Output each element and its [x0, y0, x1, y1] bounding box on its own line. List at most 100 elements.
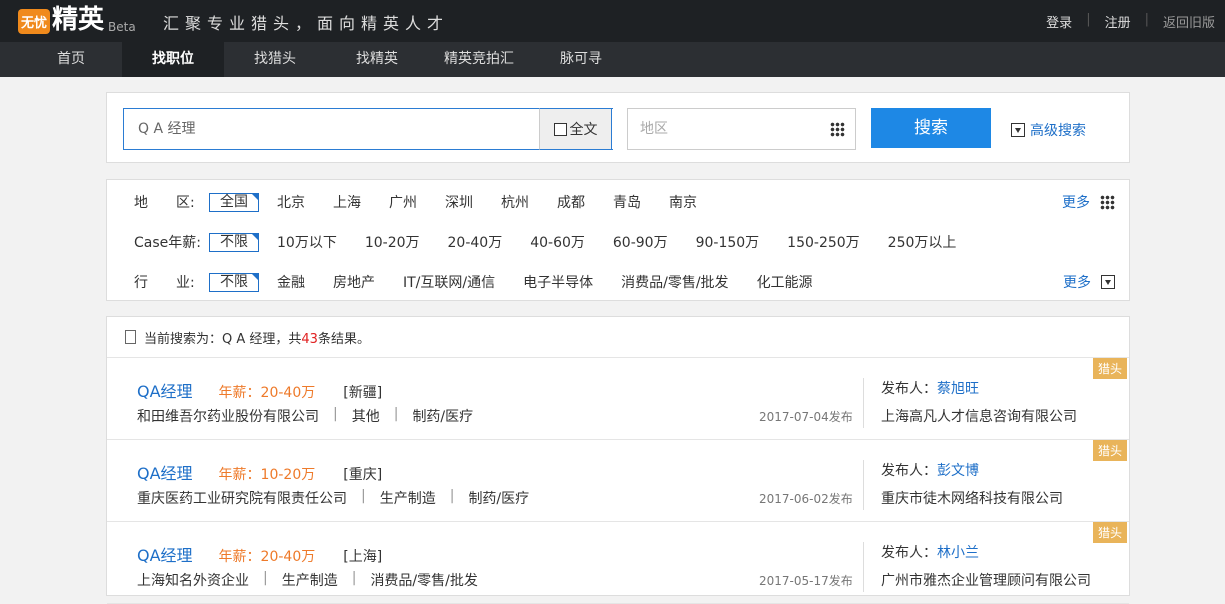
filter-option[interactable]: 化工能源 — [757, 272, 813, 292]
filter-selected[interactable]: 不限 — [209, 272, 259, 292]
results-summary: 当前搜索为：Q A 经理，共43条结果。 — [107, 317, 1129, 358]
filter-option[interactable]: 10万以下 — [277, 232, 337, 252]
headhunter-tag: 猎头 — [1092, 358, 1127, 379]
filter-option[interactable]: 杭州 — [501, 192, 529, 212]
job-header: QA经理 年薪：10-20万 [重庆] — [137, 460, 382, 484]
nav-home[interactable]: 首页 — [20, 42, 122, 77]
filter-industry: 行 业: 不限 金融 房地产 IT/互联网/通信 电子半导体 消费品/零售/批发… — [134, 272, 841, 292]
more-label: 更多 — [1062, 195, 1090, 211]
fulltext-label: 全文 — [569, 122, 598, 138]
filter-option[interactable]: 上海 — [333, 192, 361, 212]
divider: | — [263, 570, 268, 586]
publisher: 发布人：彭文博 — [881, 460, 979, 480]
filter-option[interactable]: 20-40万 — [448, 232, 503, 252]
login-link[interactable]: 登录 — [1046, 12, 1072, 31]
filter-option[interactable]: 消费品/零售/批发 — [621, 272, 728, 292]
divider — [863, 460, 864, 510]
job-industry: 制药/医疗 — [412, 409, 474, 425]
nav-find-talent[interactable]: 找精英 — [326, 42, 428, 77]
search-panel: Q A 经理 全文 地区 搜索 高级搜索 — [106, 92, 1130, 163]
job-title[interactable]: QA经理 — [137, 460, 193, 484]
job-item: QA经理 年薪：20-40万 [上海] 上海知名外资企业 | 生产制造 | 消费品/… — [107, 522, 1129, 604]
job-details: 上海知名外资企业 | 生产制造 | 消费品/零售/批发 — [137, 570, 478, 590]
nav-talent-auction[interactable]: 精英竞拍汇 — [428, 42, 530, 77]
filter-option[interactable]: 成都 — [557, 192, 585, 212]
filter-option[interactable]: IT/互联网/通信 — [403, 272, 495, 292]
divider: | — [1144, 12, 1149, 27]
results-list: QA经理 年薪：20-40万 [新疆] 和田维吾尔药业股份有限公司 | 其他 | 制… — [107, 358, 1129, 604]
filter-option[interactable]: 房地产 — [333, 272, 375, 292]
auth-links: 登录 | 注册 | 返回旧版 — [1046, 12, 1215, 31]
job-title[interactable]: QA经理 — [137, 542, 193, 566]
filter-region: 地 区: 全国 北京 上海 广州 深圳 杭州 成都 青岛 南京 — [134, 192, 725, 212]
filter-option[interactable]: 广州 — [389, 192, 417, 212]
grid-icon — [1100, 194, 1115, 210]
top-bar: 无忧 精英 Beta 汇聚专业猎头，面向精英人才 登录 | 注册 | 返回旧版 — [0, 0, 1225, 42]
old-version-link[interactable]: 返回旧版 — [1163, 12, 1215, 31]
filter-option[interactable]: 青岛 — [613, 192, 641, 212]
search-button[interactable]: 搜索 — [871, 108, 991, 148]
job-title[interactable]: QA经理 — [137, 378, 193, 402]
results-panel: 当前搜索为：Q A 经理，共43条结果。 QA经理 年薪：20-40万 [新疆]… — [106, 316, 1130, 604]
summary-suffix: 条结果。 — [317, 331, 370, 347]
publisher-label: 发布人： — [881, 463, 937, 479]
publisher-link[interactable]: 林小兰 — [937, 545, 979, 561]
filter-option[interactable]: 南京 — [669, 192, 697, 212]
logo-beta: Beta — [108, 20, 136, 34]
publisher-link[interactable]: 蔡旭旺 — [937, 381, 979, 397]
filter-option[interactable]: 250万以上 — [888, 232, 957, 252]
filter-salary: Case年薪: 不限 10万以下 10-20万 20-40万 40-60万 60… — [134, 232, 984, 252]
nav-find-headhunters[interactable]: 找猎头 — [224, 42, 326, 77]
filter-option[interactable]: 金融 — [277, 272, 305, 292]
filter-label: 行 业: — [134, 275, 195, 291]
divider: | — [1086, 12, 1091, 27]
industry-more[interactable]: 更多 — [1063, 272, 1115, 292]
headhunter-tag: 猎头 — [1092, 440, 1127, 461]
headhunter-tag: 猎头 — [1092, 522, 1127, 543]
fulltext-checkbox[interactable]: 全文 — [539, 108, 612, 150]
area-input[interactable]: 地区 — [627, 108, 856, 150]
filter-option[interactable]: 北京 — [277, 192, 305, 212]
filter-option[interactable]: 60-90万 — [613, 232, 668, 252]
filter-option[interactable]: 150-250万 — [787, 232, 860, 252]
job-details: 和田维吾尔药业股份有限公司 | 其他 | 制药/医疗 — [137, 406, 473, 426]
grid-icon[interactable] — [830, 122, 845, 137]
job-item: QA经理 年薪：10-20万 [重庆] 重庆医药工业研究院有限责任公司 | 生产制… — [107, 440, 1129, 522]
job-item: QA经理 年薪：20-40万 [新疆] 和田维吾尔药业股份有限公司 | 其他 | 制… — [107, 358, 1129, 440]
filter-option[interactable]: 深圳 — [445, 192, 473, 212]
advanced-search-toggle[interactable]: 高级搜索 — [1011, 120, 1086, 140]
filter-selected[interactable]: 全国 — [209, 192, 259, 212]
divider: | — [449, 488, 455, 504]
job-company: 上海知名外资企业 — [137, 573, 249, 589]
job-city: [上海] — [343, 549, 383, 565]
document-icon — [125, 330, 136, 344]
job-date: 2017-06-02发布 — [759, 492, 853, 506]
publisher-link[interactable]: 彭文博 — [937, 463, 979, 479]
job-date: 2017-05-17发布 — [759, 574, 853, 588]
filter-label: 地 区: — [134, 195, 195, 211]
publisher-label: 发布人： — [881, 381, 937, 397]
filter-selected[interactable]: 不限 — [209, 232, 259, 252]
divider — [863, 542, 864, 592]
nav-find-jobs[interactable]: 找职位 — [122, 42, 224, 77]
filter-option[interactable]: 10-20万 — [365, 232, 420, 252]
summary-prefix: 当前搜索为：Q A 经理，共 — [144, 331, 302, 347]
divider: | — [393, 406, 399, 422]
slogan: 汇聚专业猎头，面向精英人才 — [163, 14, 450, 33]
region-more[interactable]: 更多 — [1062, 192, 1115, 212]
agency-name: 广州市雅杰企业管理顾问有限公司 — [881, 573, 1091, 589]
checkbox-icon — [553, 122, 567, 136]
logo[interactable]: 无忧 精英 Beta — [18, 6, 136, 34]
nav-maikexun[interactable]: 脉可寻 — [530, 42, 632, 77]
job-function: 生产制造 — [379, 491, 436, 507]
result-count: 43 — [301, 331, 318, 347]
filter-option[interactable]: 90-150万 — [696, 232, 760, 252]
register-link[interactable]: 注册 — [1105, 12, 1131, 31]
filter-option[interactable]: 电子半导体 — [523, 272, 593, 292]
job-function: 生产制造 — [281, 573, 338, 589]
divider: | — [351, 570, 357, 586]
job-city: [新疆] — [343, 385, 383, 401]
divider — [863, 378, 864, 428]
filter-option[interactable]: 40-60万 — [530, 232, 585, 252]
divider: | — [361, 488, 366, 504]
